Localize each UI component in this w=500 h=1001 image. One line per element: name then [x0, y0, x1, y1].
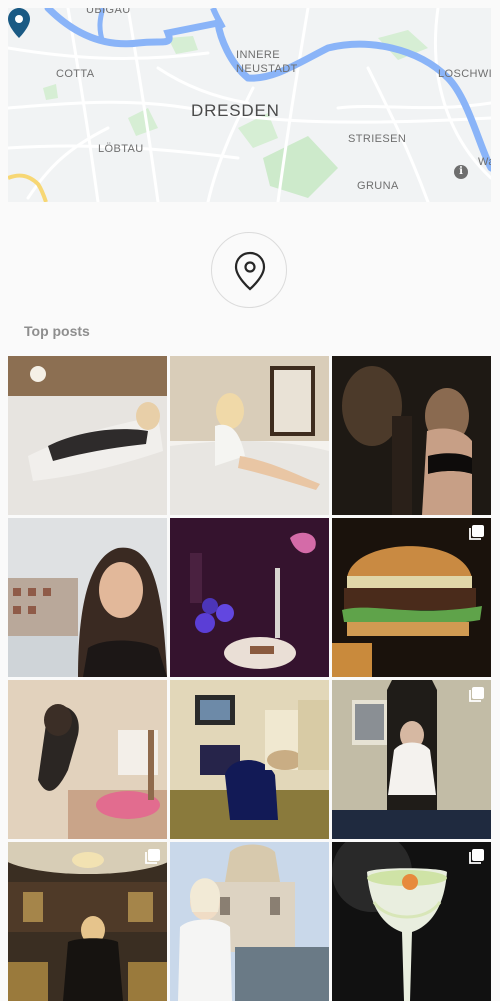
- post-image: [8, 680, 167, 839]
- post-image: [332, 842, 491, 1001]
- post-tile-12[interactable]: [332, 842, 491, 1001]
- map-label-loschwitz: LOSCHWI: [438, 68, 491, 80]
- map-label-edge: Wa: [478, 156, 491, 168]
- post-image: [332, 356, 491, 515]
- post-tile-2[interactable]: [170, 356, 329, 515]
- map-label-city: DRESDEN: [191, 101, 280, 120]
- post-tile-4[interactable]: [8, 518, 167, 677]
- post-image: [8, 842, 167, 1001]
- post-image: [170, 680, 329, 839]
- map-pin-icon: [8, 8, 30, 38]
- location-map[interactable]: UBIGAU COTTA INNERE NEUSTADT DRESDEN LOS…: [8, 8, 491, 202]
- post-tile-5[interactable]: [170, 518, 329, 677]
- post-tile-9[interactable]: [332, 680, 491, 839]
- map-label-cotta: COTTA: [56, 68, 95, 80]
- top-posts-heading: Top posts: [24, 323, 90, 339]
- post-image: [170, 518, 329, 677]
- post-tile-11[interactable]: [170, 842, 329, 1001]
- top-posts-grid: [8, 356, 491, 1001]
- post-image: [332, 680, 491, 839]
- map-label-lobtau: LÖBTAU: [98, 143, 144, 155]
- multiple-posts-icon: [469, 525, 484, 540]
- post-tile-8[interactable]: [170, 680, 329, 839]
- map-label-neustadt: NEUSTADT: [236, 63, 298, 75]
- post-tile-3[interactable]: [332, 356, 491, 515]
- post-tile-6[interactable]: [332, 518, 491, 677]
- post-image: [170, 356, 329, 515]
- post-image: [332, 518, 491, 677]
- location-icon-badge: [211, 232, 287, 308]
- multiple-posts-icon: [469, 849, 484, 864]
- map-label-ubigau: UBIGAU: [86, 8, 131, 16]
- post-image: [170, 842, 329, 1001]
- map-info-icon[interactable]: i: [454, 165, 468, 179]
- location-pin-icon: [234, 251, 266, 291]
- map-label-striesen: STRIESEN: [348, 133, 407, 145]
- map-label-innere: INNERE: [236, 49, 280, 61]
- map-label-gruna: GRUNA: [357, 180, 399, 192]
- post-tile-7[interactable]: [8, 680, 167, 839]
- location-page: UBIGAU COTTA INNERE NEUSTADT DRESDEN LOS…: [0, 0, 500, 1001]
- post-tile-1[interactable]: [8, 356, 167, 515]
- post-image: [8, 356, 167, 515]
- multiple-posts-icon: [145, 849, 160, 864]
- multiple-posts-icon: [469, 687, 484, 702]
- post-tile-10[interactable]: [8, 842, 167, 1001]
- post-image: [8, 518, 167, 677]
